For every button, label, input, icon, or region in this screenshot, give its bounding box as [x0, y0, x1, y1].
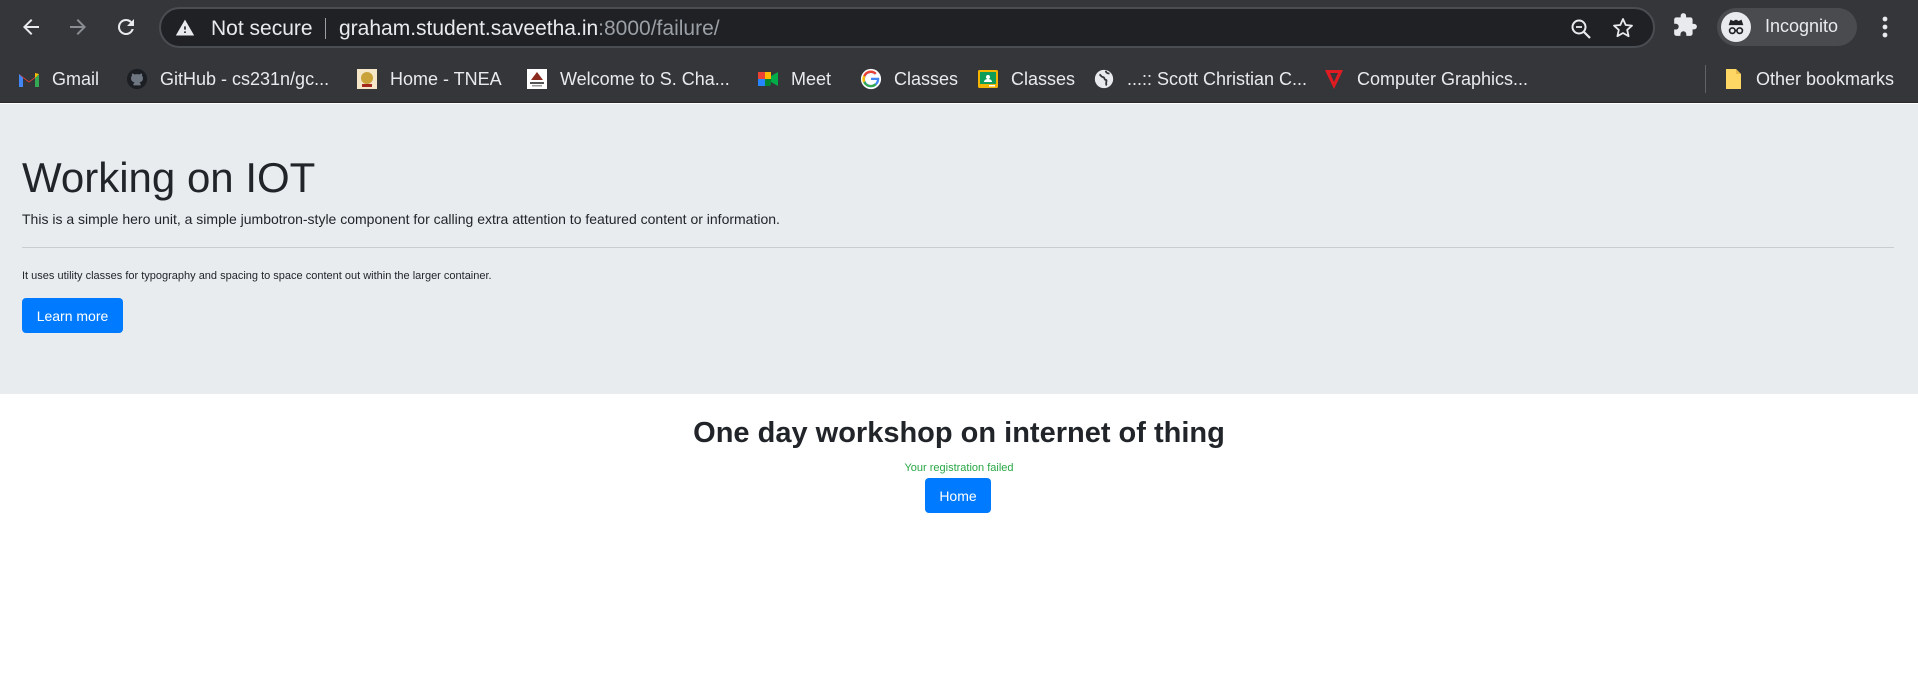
zoom-icon[interactable] [1569, 17, 1593, 41]
tnea-icon [356, 68, 378, 90]
back-button[interactable] [14, 10, 48, 44]
bookmarks-divider [1705, 65, 1706, 93]
hero-text: It uses utility classes for typography a… [22, 270, 492, 282]
bookmark-label: Welcome to S. Cha... [560, 68, 730, 89]
bookmark-label: Computer Graphics... [1357, 68, 1529, 89]
bookmark-label: ...:: Scott Christian C... [1127, 68, 1308, 89]
browser-toolbar: Not secure graham.student.saveetha.in:80… [0, 0, 1918, 55]
incognito-icon [1721, 12, 1751, 42]
globe-icon [1093, 68, 1115, 90]
bookmark-label: Classes [894, 68, 959, 89]
url-host: graham.student.saveetha.in [339, 17, 599, 40]
bookmark-tnea[interactable]: Home - TNEA [356, 64, 502, 94]
classroom-icon [977, 68, 999, 90]
reload-button[interactable] [109, 10, 143, 44]
gmail-icon [18, 68, 40, 90]
google-icon [860, 68, 882, 90]
learn-more-button[interactable]: Learn more [22, 298, 123, 333]
bookmark-welcome[interactable]: Welcome to S. Cha... [526, 64, 730, 94]
hero-title: Working on IOT [22, 154, 316, 201]
bookmark-github[interactable]: GitHub - cs231n/gc... [126, 64, 329, 94]
bookmark-classes-classroom[interactable]: Classes [977, 64, 1075, 94]
home-button[interactable]: Home [925, 478, 991, 513]
graphics-icon [1323, 68, 1345, 90]
folder-icon [1722, 68, 1744, 90]
bookmark-meet[interactable]: Meet [757, 64, 831, 94]
forward-button[interactable] [61, 10, 95, 44]
bookmark-label: Home - TNEA [390, 68, 502, 89]
extensions-icon[interactable] [1672, 12, 1698, 38]
other-bookmarks-label: Other bookmarks [1756, 68, 1895, 89]
bookmark-label: Meet [791, 68, 832, 89]
security-label[interactable]: Not secure [211, 17, 313, 41]
other-bookmarks-folder[interactable]: Other bookmarks [1722, 64, 1894, 94]
hero-divider [22, 247, 1894, 248]
github-icon [126, 68, 148, 90]
kebab-menu-icon[interactable] [1874, 13, 1896, 41]
forward-arrow-icon [70, 19, 86, 35]
address-bar[interactable]: Not secure graham.student.saveetha.in:80… [159, 7, 1655, 48]
bookmarks-bar: Gmail GitHub - cs231n/gc... Home - TNEA … [0, 55, 1918, 103]
bookmark-classes-google[interactable]: Classes [860, 64, 958, 94]
omnibox-separator [325, 18, 326, 39]
url-path: :8000/failure/ [598, 17, 720, 40]
bookmark-label: GitHub - cs231n/gc... [160, 68, 330, 89]
url-text[interactable]: graham.student.saveetha.in:8000/failure/ [339, 17, 720, 41]
bookmark-star-icon[interactable] [1611, 16, 1635, 40]
back-arrow-icon [23, 19, 39, 35]
hero-lead: This is a simple hero unit, a simple jum… [22, 211, 780, 227]
bookmark-label: Classes [1011, 68, 1076, 89]
registration-status: Your registration failed [904, 462, 1014, 474]
meet-icon [757, 68, 779, 90]
incognito-profile-button[interactable]: Incognito [1717, 8, 1857, 46]
warning-icon [175, 19, 195, 36]
bookmark-gmail[interactable]: Gmail [18, 64, 99, 94]
workshop-title: One day workshop on internet of thing [693, 417, 1225, 449]
jumbotron: Working on IOT This is a simple hero uni… [0, 104, 1918, 394]
bookmark-computer-graphics[interactable]: Computer Graphics... [1323, 64, 1528, 94]
profile-label: Incognito [1765, 16, 1839, 36]
reload-icon [117, 18, 134, 35]
college-icon [526, 68, 548, 90]
bookmark-scott-christian[interactable]: ...:: Scott Christian C... [1093, 64, 1307, 94]
bookmark-label: Gmail [52, 68, 100, 89]
